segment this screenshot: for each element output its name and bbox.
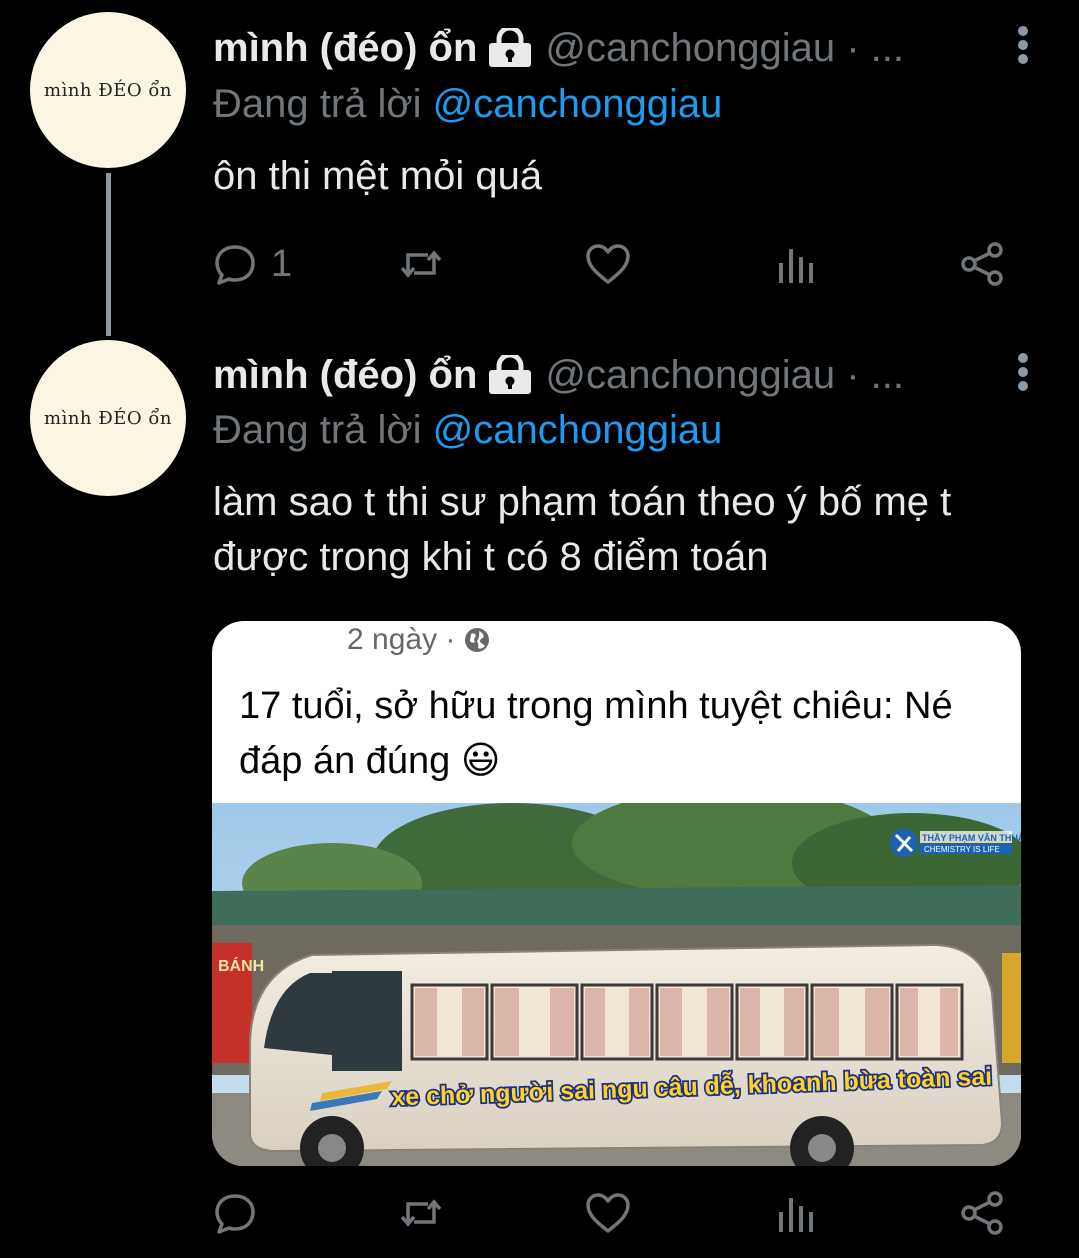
post-caption: 17 tuổi, sở hữu trong mình tuyệt chiêu: … bbox=[239, 685, 953, 782]
avatar[interactable]: mình ĐÉO ổn bbox=[30, 12, 186, 168]
more-options-icon[interactable] bbox=[1015, 25, 1031, 65]
tweet-text: ôn thi mệt mỏi quá bbox=[213, 154, 543, 198]
tweet-actions bbox=[213, 1188, 1013, 1238]
post-time: 2 ngày · bbox=[347, 623, 456, 656]
retweet-button[interactable] bbox=[398, 239, 444, 289]
share-icon bbox=[961, 1191, 1003, 1235]
retweet-icon bbox=[400, 250, 442, 278]
avatar-logo-text: mình ĐÉO ổn bbox=[44, 407, 172, 429]
views-icon bbox=[779, 249, 813, 283]
views-icon bbox=[779, 1198, 813, 1232]
tweet-text: làm sao t thi sư phạm toán theo ý bố mẹ … bbox=[213, 480, 952, 579]
watermark-line-1: THẦY PHẠM VĂN THUẬN bbox=[922, 832, 1021, 843]
views-button[interactable] bbox=[773, 239, 819, 289]
reply-mention-link[interactable]: @canchonggiau bbox=[433, 82, 723, 126]
avatar-logo-text: mình ĐÉO ổn bbox=[44, 79, 172, 101]
handle[interactable]: @canchonggiau · ... bbox=[545, 23, 904, 73]
like-button[interactable] bbox=[585, 1188, 631, 1238]
reply-button[interactable] bbox=[213, 1188, 271, 1238]
reply-mention-link[interactable]: @canchonggiau bbox=[433, 408, 723, 452]
thread-connector-line bbox=[106, 173, 111, 336]
watermark-logo: THẦY PHẠM VĂN THUẬN CHEMISTRY IS LIFE bbox=[890, 829, 1021, 857]
avatar[interactable]: mình ĐÉO ổn bbox=[30, 340, 186, 496]
watermark-line-2: CHEMISTRY IS LIFE bbox=[924, 845, 1000, 854]
display-name[interactable]: mình (đéo) ổn bbox=[213, 350, 477, 400]
replying-to: Đang trả lời @canchonggiau bbox=[213, 405, 722, 455]
lock-icon bbox=[487, 355, 533, 395]
replying-to: Đang trả lời @canchonggiau bbox=[213, 79, 722, 129]
share-button[interactable] bbox=[959, 1188, 1005, 1238]
reply-icon bbox=[215, 1194, 255, 1234]
like-button[interactable] bbox=[585, 239, 631, 289]
globe-icon bbox=[465, 628, 490, 652]
display-name[interactable]: mình (đéo) ổn bbox=[213, 23, 477, 73]
tweet-actions: 1 bbox=[213, 239, 1013, 289]
heart-icon bbox=[586, 244, 630, 284]
retweet-icon bbox=[400, 1199, 442, 1227]
handle[interactable]: @canchonggiau · ... bbox=[545, 350, 904, 400]
reply-prefix: Đang trả lời bbox=[213, 82, 422, 126]
reply-count: 1 bbox=[271, 242, 293, 285]
views-button[interactable] bbox=[773, 1188, 819, 1238]
retweet-button[interactable] bbox=[398, 1188, 444, 1238]
reply-button[interactable]: 1 bbox=[213, 239, 292, 289]
share-button[interactable] bbox=[959, 239, 1005, 289]
share-icon bbox=[961, 242, 1003, 286]
post-meta: 2 ngày · bbox=[347, 623, 491, 657]
attached-image[interactable]: 2 ngày · 17 tuổi, sở hữu trong mình tuyệ… bbox=[212, 621, 1021, 1166]
reply-prefix: Đang trả lời bbox=[213, 408, 422, 452]
reply-icon bbox=[215, 245, 255, 285]
bus-photo: xe chở người sai ngu câu dễ, khoanh bừa … bbox=[212, 803, 1021, 1166]
more-options-icon[interactable] bbox=[1015, 352, 1031, 392]
lock-icon bbox=[487, 28, 533, 68]
shop-sign-text: BÁNH bbox=[218, 956, 264, 975]
heart-icon bbox=[586, 1193, 630, 1233]
